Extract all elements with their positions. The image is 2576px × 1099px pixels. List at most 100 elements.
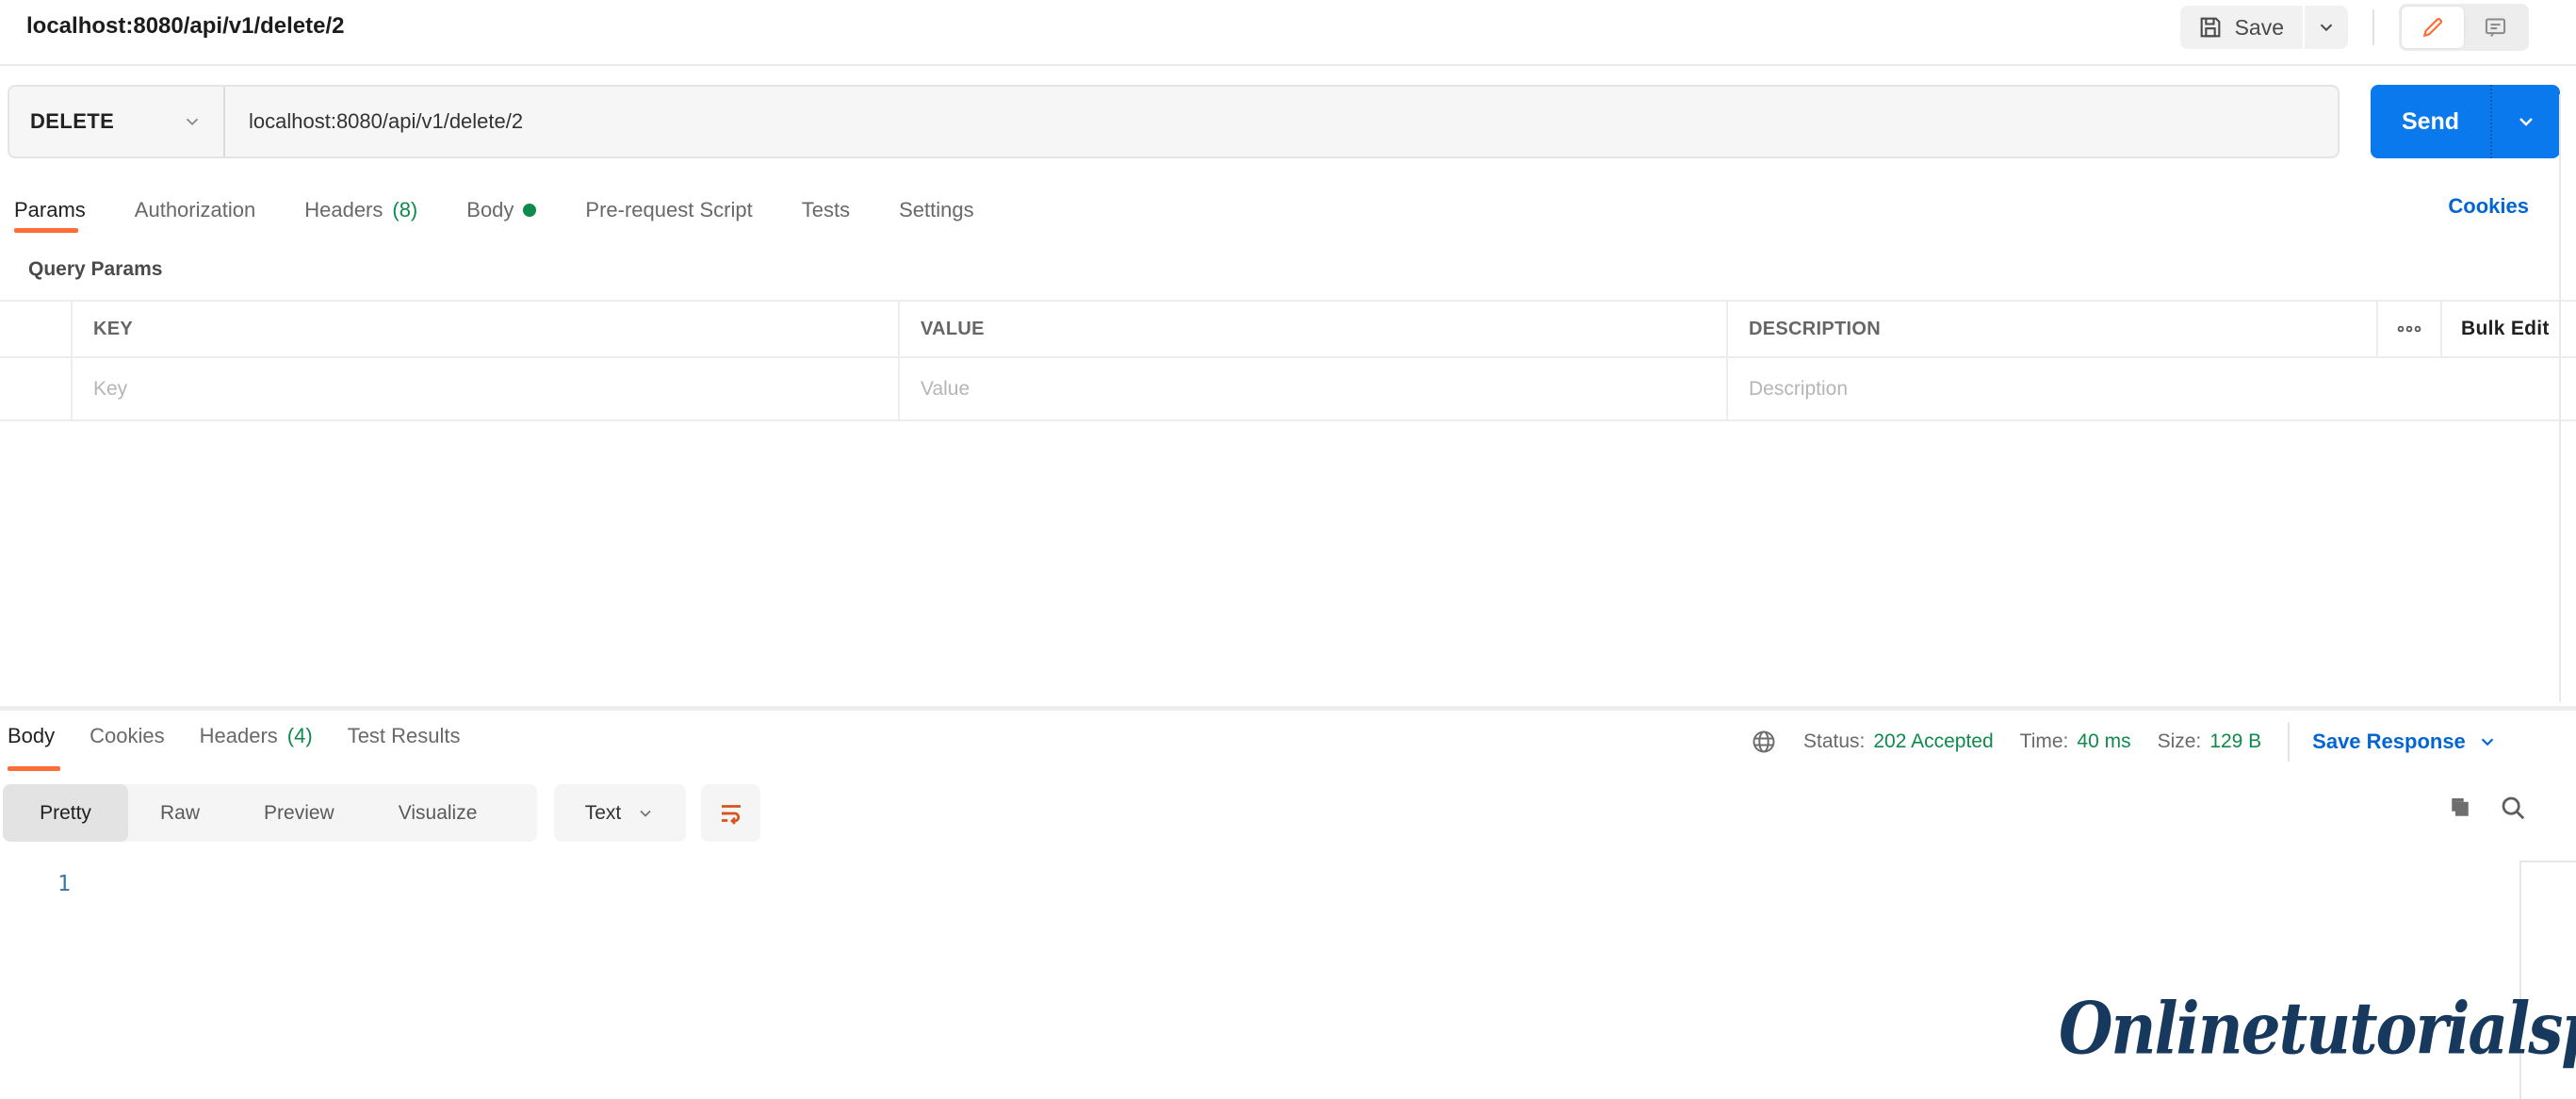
- response-meta-bar: Status: 202 Accepted Time: 40 ms Size: 1…: [1751, 721, 2498, 763]
- tab-authorization-label: Authorization: [135, 198, 255, 222]
- status-label: Status:: [1803, 730, 1865, 753]
- response-actions: [2444, 792, 2529, 824]
- column-options-button[interactable]: [2376, 302, 2440, 358]
- editor-scrollbar-track-top: [2519, 861, 2576, 862]
- active-tab-underline: [14, 228, 78, 233]
- documentation-comments-toggle: [2399, 4, 2529, 51]
- tab-prerequest-label: Pre-request Script: [585, 198, 752, 222]
- column-header-key: KEY: [71, 302, 898, 358]
- method-label: DELETE: [30, 109, 114, 134]
- size-label: Size:: [2158, 730, 2202, 753]
- response-tab-body[interactable]: Body: [8, 724, 55, 750]
- response-tab-cookies-label: Cookies: [90, 724, 164, 748]
- response-view-switcher: Pretty Raw Preview Visualize: [3, 784, 537, 842]
- copy-response-button[interactable]: [2444, 792, 2476, 824]
- tab-params[interactable]: Params: [14, 198, 86, 224]
- param-key-cell: [71, 358, 898, 421]
- param-description-input[interactable]: [1749, 378, 2535, 401]
- tab-headers-label: Headers: [304, 198, 383, 222]
- row-handle-header-cell: [0, 302, 71, 358]
- view-pretty-button[interactable]: Pretty: [3, 784, 128, 842]
- copy-icon: [2446, 794, 2474, 822]
- comment-icon: [2483, 15, 2508, 41]
- chevron-down-icon: [2316, 17, 2337, 38]
- search-response-button[interactable]: [2497, 792, 2529, 824]
- wrap-text-icon: [717, 799, 745, 828]
- send-button-label: Send: [2371, 85, 2492, 158]
- view-raw-button[interactable]: Raw: [128, 784, 232, 842]
- status-value: 202 Accepted: [1873, 730, 1993, 753]
- request-tabs: Params Authorization Headers (8) Body Pr…: [14, 187, 974, 236]
- page-title: localhost:8080/api/v1/delete/2: [26, 13, 345, 40]
- save-icon: [2197, 14, 2224, 41]
- comments-button[interactable]: [2464, 7, 2526, 48]
- meta-divider: [2288, 722, 2290, 762]
- url-bar: DELETE: [8, 85, 2340, 158]
- save-button[interactable]: Save: [2180, 6, 2303, 49]
- send-button[interactable]: Send: [2371, 85, 2560, 158]
- tab-body-label: Body: [466, 198, 514, 222]
- request-builder-row: DELETE Send: [0, 85, 2576, 158]
- request-title-bar: localhost:8080/api/v1/delete/2 Save: [0, 0, 2576, 66]
- topbar-divider: [2372, 9, 2374, 45]
- time-value: 40 ms: [2077, 730, 2130, 753]
- param-value-input[interactable]: [921, 378, 1686, 401]
- response-tabs: Body Cookies Headers (4) Test Results: [8, 724, 461, 750]
- row-handle-cell: [0, 358, 71, 421]
- send-options-chevron[interactable]: [2492, 85, 2560, 158]
- tab-prerequest-script[interactable]: Pre-request Script: [585, 198, 752, 224]
- response-format-label: Text: [585, 802, 622, 825]
- time-badge: Time: 40 ms: [2020, 730, 2131, 753]
- save-response-label: Save Response: [2312, 730, 2466, 754]
- param-value-cell: [898, 358, 1726, 421]
- more-options-icon: [2397, 324, 2421, 334]
- response-tab-test-results[interactable]: Test Results: [348, 724, 461, 750]
- body-present-dot-icon: [523, 204, 536, 217]
- param-description-cell: [1726, 358, 2576, 421]
- response-tab-test-results-label: Test Results: [348, 724, 461, 748]
- view-preview-button[interactable]: Preview: [232, 784, 367, 842]
- column-header-description: DESCRIPTION: [1726, 302, 2376, 358]
- chevron-down-icon: [182, 111, 203, 132]
- param-key-input[interactable]: [93, 378, 857, 401]
- tab-settings-label: Settings: [899, 198, 974, 222]
- response-active-tab-underline: [8, 766, 60, 771]
- tab-params-label: Params: [14, 198, 86, 222]
- headers-count-badge: (8): [392, 198, 417, 222]
- chevron-down-icon: [636, 804, 655, 823]
- tab-authorization[interactable]: Authorization: [135, 198, 255, 224]
- cookies-link[interactable]: Cookies: [2448, 194, 2529, 219]
- size-value: 129 B: [2209, 730, 2261, 753]
- response-format-selector[interactable]: Text: [554, 784, 686, 842]
- url-input[interactable]: [225, 87, 2338, 156]
- size-badge: Size: 129 B: [2158, 730, 2262, 753]
- response-headers-count-badge: (4): [287, 724, 313, 748]
- time-label: Time:: [2020, 730, 2069, 753]
- tab-settings[interactable]: Settings: [899, 198, 974, 224]
- save-response-button[interactable]: Save Response: [2312, 730, 2498, 754]
- response-tab-headers-label: Headers: [200, 724, 278, 748]
- edit-documentation-button[interactable]: [2402, 7, 2464, 48]
- method-selector[interactable]: DELETE: [9, 87, 225, 156]
- save-options-button[interactable]: [2305, 6, 2348, 49]
- editor-line-number: 1: [57, 872, 71, 896]
- request-pane-scrollbar[interactable]: [2559, 94, 2561, 702]
- tab-headers[interactable]: Headers (8): [304, 198, 417, 224]
- query-params-heading: Query Params: [28, 258, 162, 281]
- tab-body[interactable]: Body: [466, 198, 536, 224]
- response-tab-headers[interactable]: Headers (4): [200, 724, 313, 750]
- response-tab-body-label: Body: [8, 724, 55, 748]
- view-visualize-button[interactable]: Visualize: [367, 784, 510, 842]
- bulk-edit-button[interactable]: Bulk Edit: [2440, 302, 2576, 358]
- edit-pencil-icon: [2421, 15, 2445, 40]
- search-icon: [2499, 794, 2527, 822]
- pane-resize-divider[interactable]: [0, 706, 2576, 711]
- globe-icon[interactable]: [1751, 729, 1777, 755]
- tab-tests[interactable]: Tests: [802, 198, 850, 224]
- column-header-value: VALUE: [898, 302, 1726, 358]
- response-tab-cookies[interactable]: Cookies: [90, 724, 164, 750]
- status-badge: Status: 202 Accepted: [1803, 730, 1994, 753]
- watermark-text: Onlinetutorialspoint: [2059, 986, 2530, 1071]
- wrap-lines-button[interactable]: [701, 784, 760, 842]
- topbar-actions: Save: [2180, 4, 2529, 51]
